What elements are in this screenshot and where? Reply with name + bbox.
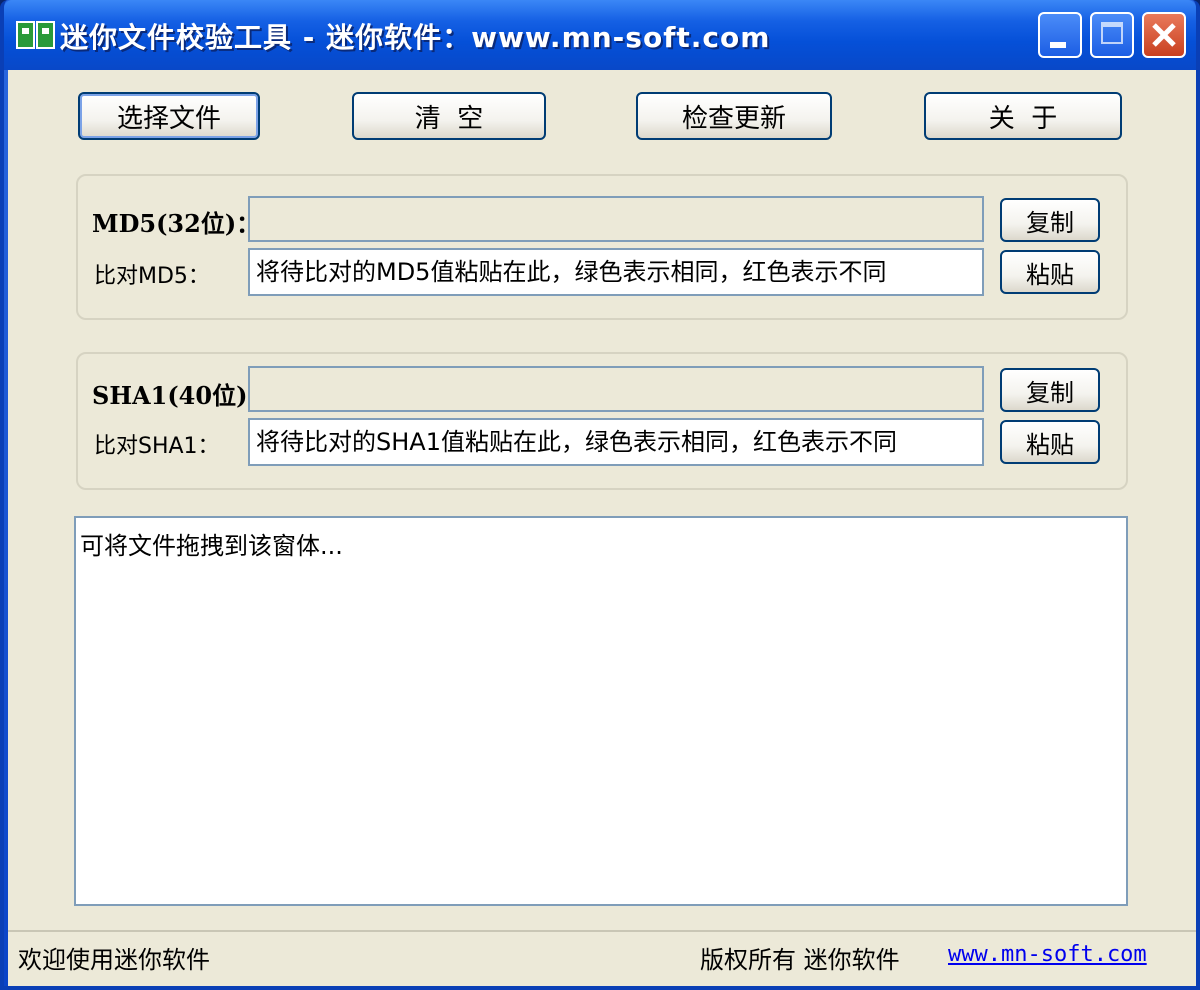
- maximize-icon: [1101, 22, 1123, 44]
- md5-label: MD5(32位)：: [92, 209, 261, 238]
- clear-button[interactable]: 清 空: [352, 92, 546, 140]
- close-icon: [1152, 23, 1176, 47]
- md5-compare-input[interactable]: 将待比对的MD5值粘贴在此，绿色表示相同，红色表示不同: [248, 248, 984, 296]
- app-window: 迷你文件校验工具 - 迷你软件：www.mn-soft.com 选择文件 清 空…: [0, 0, 1200, 990]
- sha1-paste-button[interactable]: 粘贴: [1000, 420, 1100, 464]
- app-icon: [16, 21, 55, 49]
- check-update-button[interactable]: 检查更新: [636, 92, 832, 140]
- status-bar: 欢迎使用迷你软件 版权所有 迷你软件 www.mn-soft.com: [8, 930, 1196, 988]
- sha1-compare-input[interactable]: 将待比对的SHA1值粘贴在此，绿色表示相同，红色表示不同: [248, 418, 984, 466]
- title-bar[interactable]: 迷你文件校验工具 - 迷你软件：www.mn-soft.com: [4, 0, 1196, 70]
- sha1-label: SHA1(40位): [92, 381, 248, 410]
- sha1-compare-label: 比对SHA1：: [94, 434, 220, 459]
- about-button[interactable]: 关 于: [924, 92, 1122, 140]
- client-area: 选择文件 清 空 检查更新 关 于 MD5(32位)： 复制 比对MD5： 将待…: [8, 70, 1196, 986]
- log-text: 可将文件拖拽到该窗体...: [80, 532, 343, 560]
- window-title: 迷你文件校验工具 - 迷你软件：www.mn-soft.com: [60, 21, 771, 54]
- status-welcome: 欢迎使用迷你软件: [18, 946, 210, 974]
- md5-compare-label: 比对MD5：: [94, 264, 210, 289]
- md5-output-field[interactable]: [248, 196, 984, 242]
- sha1-copy-button[interactable]: 复制: [1000, 368, 1100, 412]
- website-link[interactable]: www.mn-soft.com: [948, 942, 1147, 967]
- minimize-button[interactable]: [1038, 12, 1082, 58]
- log-textarea[interactable]: 可将文件拖拽到该窗体...: [74, 516, 1128, 906]
- status-copyright: 版权所有 迷你软件: [700, 946, 900, 974]
- sha1-output-field[interactable]: [248, 366, 984, 412]
- md5-paste-button[interactable]: 粘贴: [1000, 250, 1100, 294]
- maximize-button[interactable]: [1090, 12, 1134, 58]
- select-file-button[interactable]: 选择文件: [78, 92, 260, 140]
- minimize-icon: [1050, 42, 1066, 48]
- close-button[interactable]: [1142, 12, 1186, 58]
- md5-copy-button[interactable]: 复制: [1000, 198, 1100, 242]
